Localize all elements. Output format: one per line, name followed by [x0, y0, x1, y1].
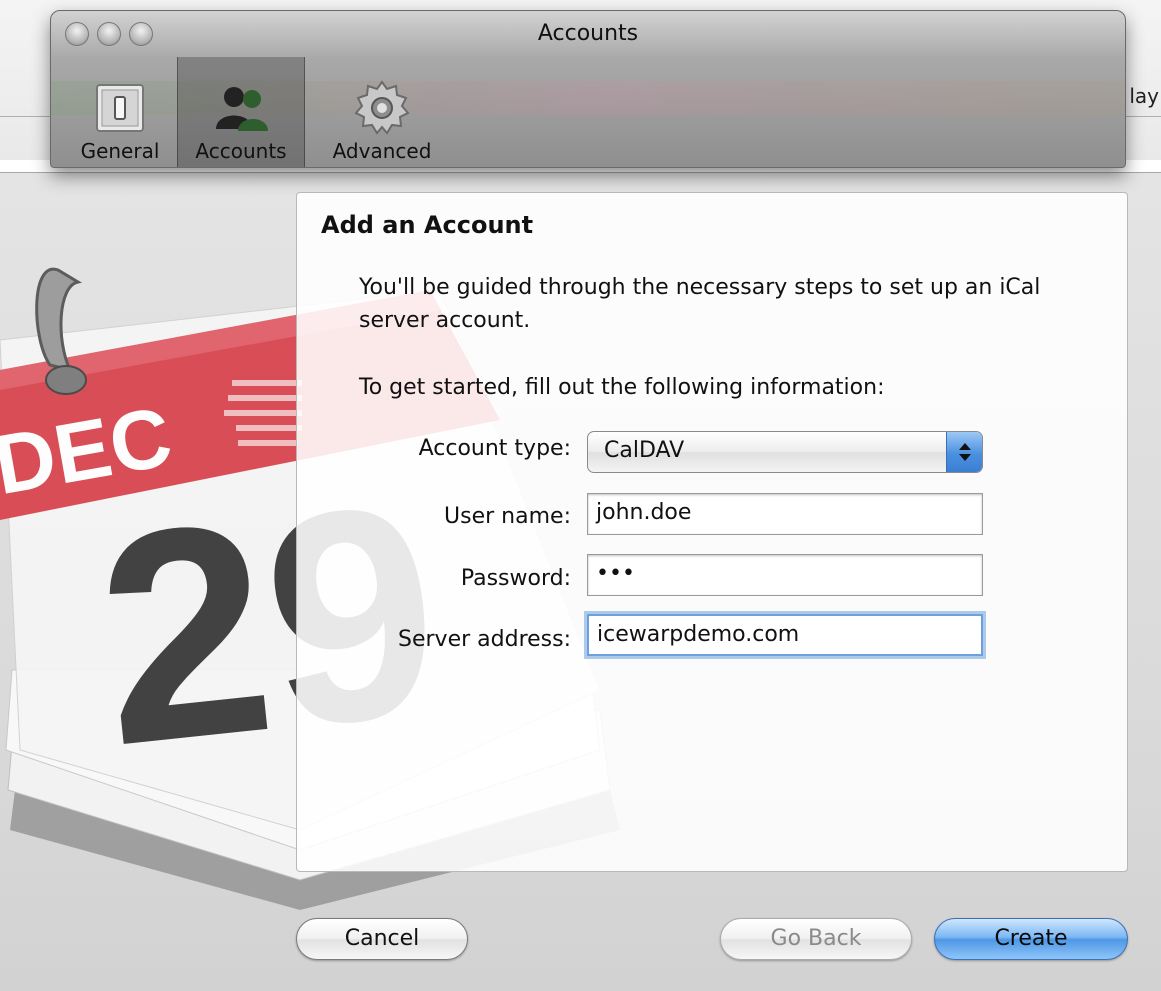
- user-name-field[interactable]: john.doe: [587, 493, 983, 535]
- password-field[interactable]: •••: [587, 554, 983, 596]
- toolbar-accounts-label: Accounts: [195, 139, 287, 163]
- toolbar-general-label: General: [80, 139, 160, 163]
- page-title: Add an Account: [321, 211, 534, 239]
- toolbar-advanced[interactable]: Advanced: [319, 57, 445, 167]
- instruction-text: To get started, fill out the following i…: [359, 375, 885, 400]
- create-button[interactable]: Create: [934, 918, 1128, 960]
- gear-icon: [354, 80, 410, 135]
- account-type-select[interactable]: CalDAV: [587, 431, 983, 473]
- cancel-button[interactable]: Cancel: [296, 918, 468, 960]
- preferences-window: Accounts General Accounts Advanced: [50, 10, 1126, 168]
- window-title: Accounts: [537, 21, 639, 46]
- switch-icon: [96, 84, 144, 132]
- add-account-panel: Add an Account You'll be guided through …: [296, 192, 1128, 872]
- account-type-label: Account type:: [418, 436, 571, 461]
- toolbar-advanced-label: Advanced: [332, 139, 432, 163]
- select-stepper-icon: [946, 432, 982, 472]
- account-type-value: CalDAV: [604, 438, 685, 463]
- server-address-label: Server address:: [398, 627, 571, 652]
- password-label: Password:: [460, 566, 571, 591]
- toolbar-accounts[interactable]: Accounts: [177, 57, 305, 167]
- intro-text: You'll be guided through the necessary s…: [359, 275, 1041, 333]
- people-icon: [216, 87, 268, 131]
- toolbar-general[interactable]: General: [65, 57, 175, 167]
- go-back-button[interactable]: Go Back: [720, 918, 912, 960]
- title-bar: Accounts: [51, 11, 1125, 55]
- server-address-field[interactable]: icewarpdemo.com: [587, 614, 983, 656]
- user-name-label: User name:: [444, 504, 571, 529]
